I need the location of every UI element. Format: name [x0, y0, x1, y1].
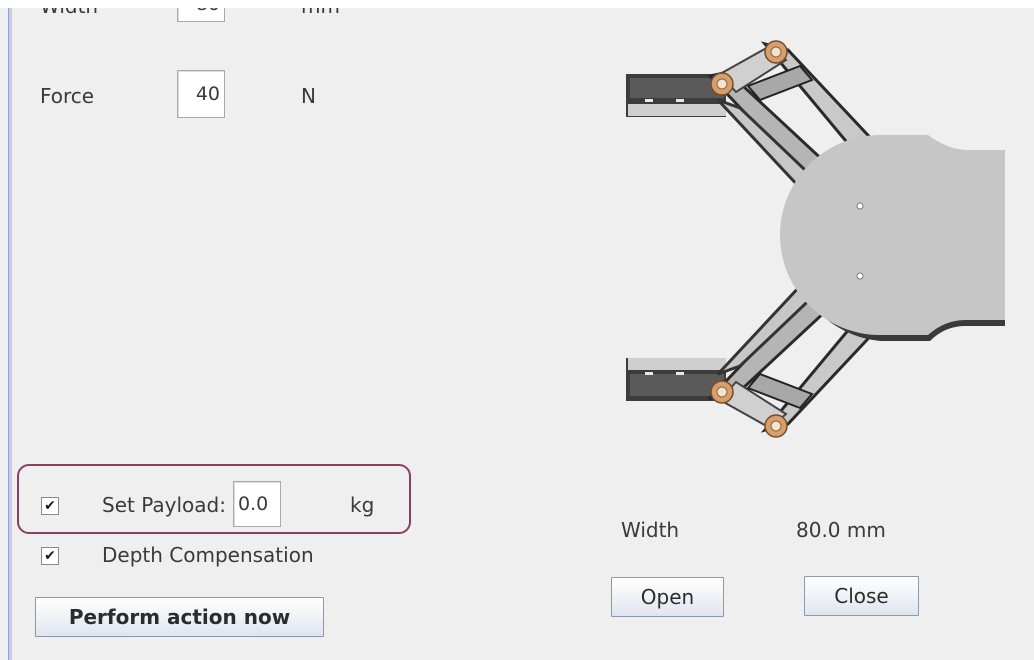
depth-compensation-label: Depth Compensation: [102, 543, 314, 567]
panel-left-border: [8, 8, 12, 660]
set-payload-checkbox[interactable]: ✔: [41, 497, 59, 515]
payload-unit: kg: [350, 493, 375, 517]
status-width-value: 80.0 mm: [796, 518, 886, 542]
payload-input[interactable]: [233, 481, 281, 527]
status-width-label: Width: [621, 518, 680, 542]
force-label: Force: [40, 84, 95, 108]
depth-compensation-checkbox[interactable]: ✔: [41, 547, 59, 565]
perform-action-button[interactable]: Perform action now: [35, 597, 324, 637]
width-unit: mm: [301, 8, 340, 18]
set-payload-label: Set Payload:: [102, 493, 226, 517]
gripper-illustration: [626, 40, 1005, 438]
force-unit: N: [301, 84, 316, 108]
force-input[interactable]: [177, 70, 225, 118]
open-button[interactable]: Open: [611, 577, 724, 617]
width-label: Width: [40, 8, 98, 18]
gripper-settings-panel: Width mm Force N ✔ Set Payload: kg ✔ Dep…: [0, 8, 1034, 660]
close-button[interactable]: Close: [804, 576, 919, 616]
width-input[interactable]: [177, 8, 225, 22]
